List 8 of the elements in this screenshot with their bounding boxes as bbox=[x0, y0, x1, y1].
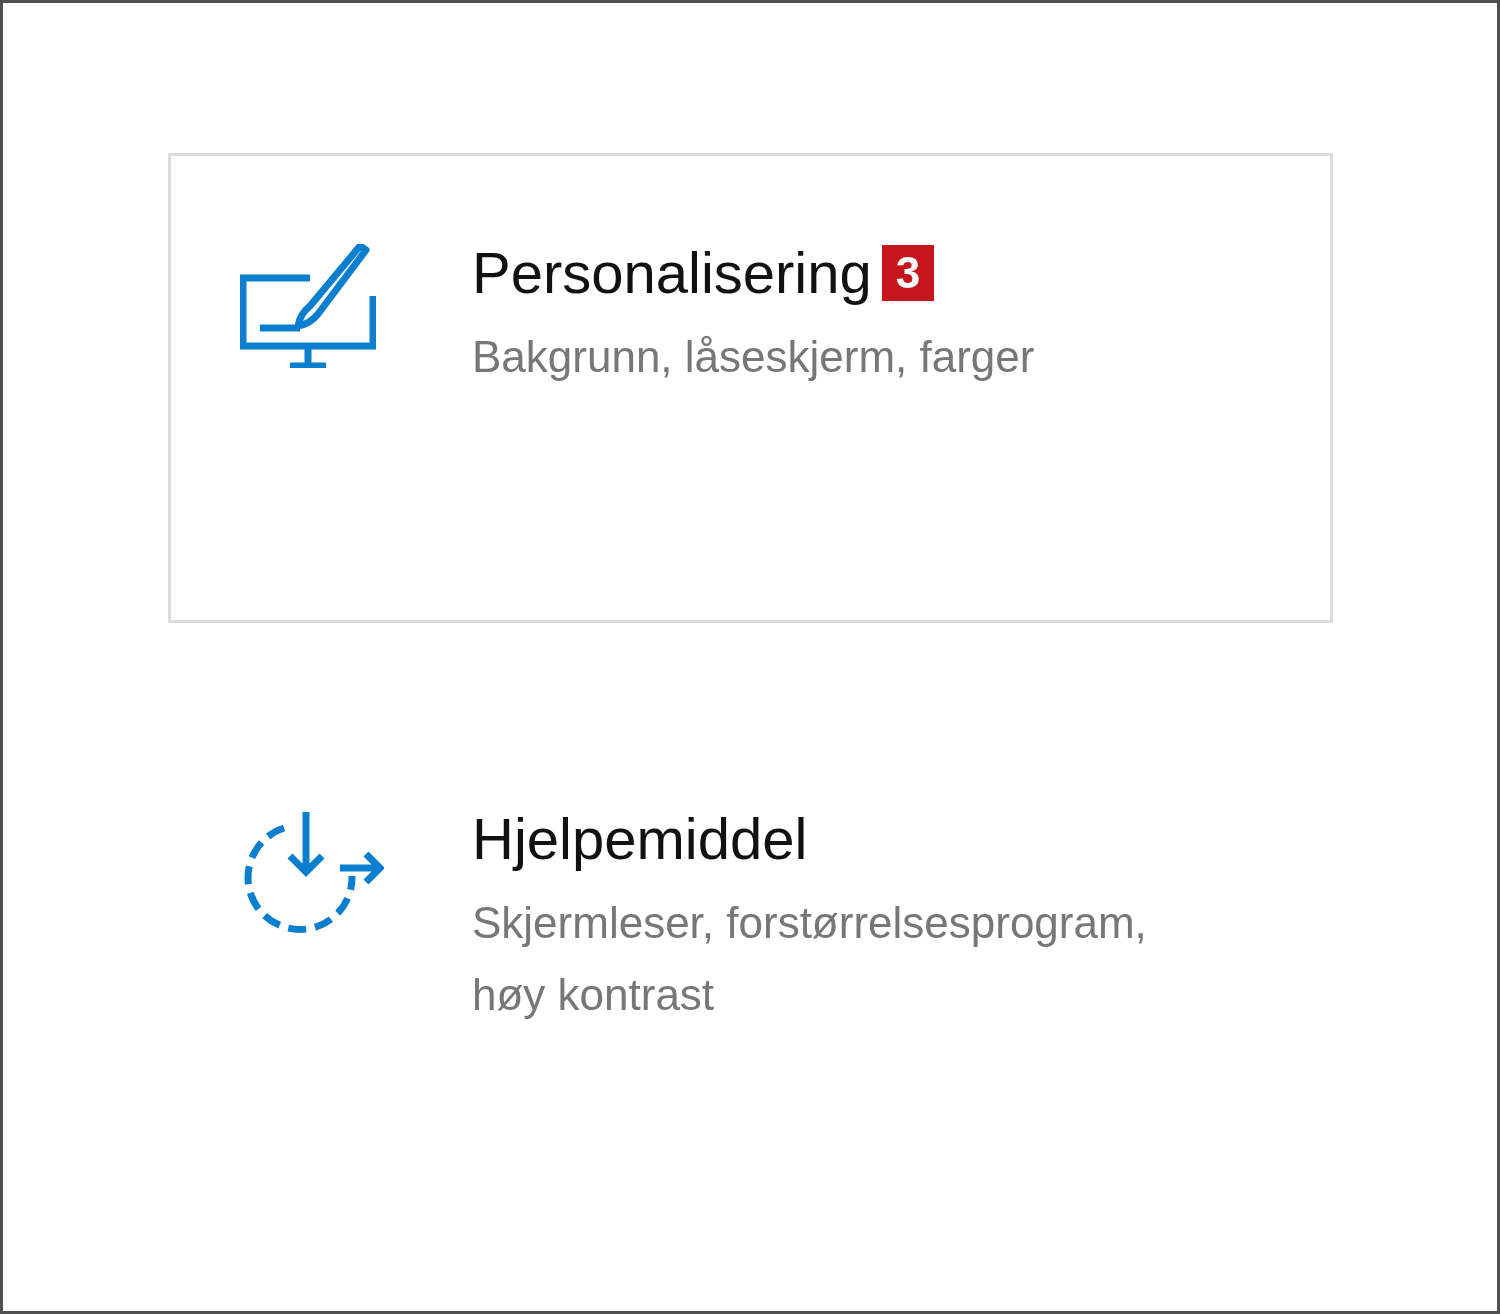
settings-tile[interactable]: Hjelpemiddel Skjermleser, forstørrelsesprogram, høy kontrast bbox=[168, 719, 1333, 1189]
settings-tile[interactable]: Personalisering 3 Bakgrunn, låseskjerm, farger bbox=[168, 153, 1333, 623]
notification-badge: 3 bbox=[881, 245, 935, 302]
tile-title: Personalisering bbox=[472, 240, 872, 307]
monitor-brush-icon bbox=[240, 244, 376, 368]
tile-description: Skjermleser, forstørrelsesprogram, høy kontrast bbox=[472, 896, 1148, 1022]
tile-title: Hjelpemiddel bbox=[472, 806, 808, 873]
tile-description: Bakgrunn, låseskjerm, farger bbox=[472, 330, 1036, 383]
